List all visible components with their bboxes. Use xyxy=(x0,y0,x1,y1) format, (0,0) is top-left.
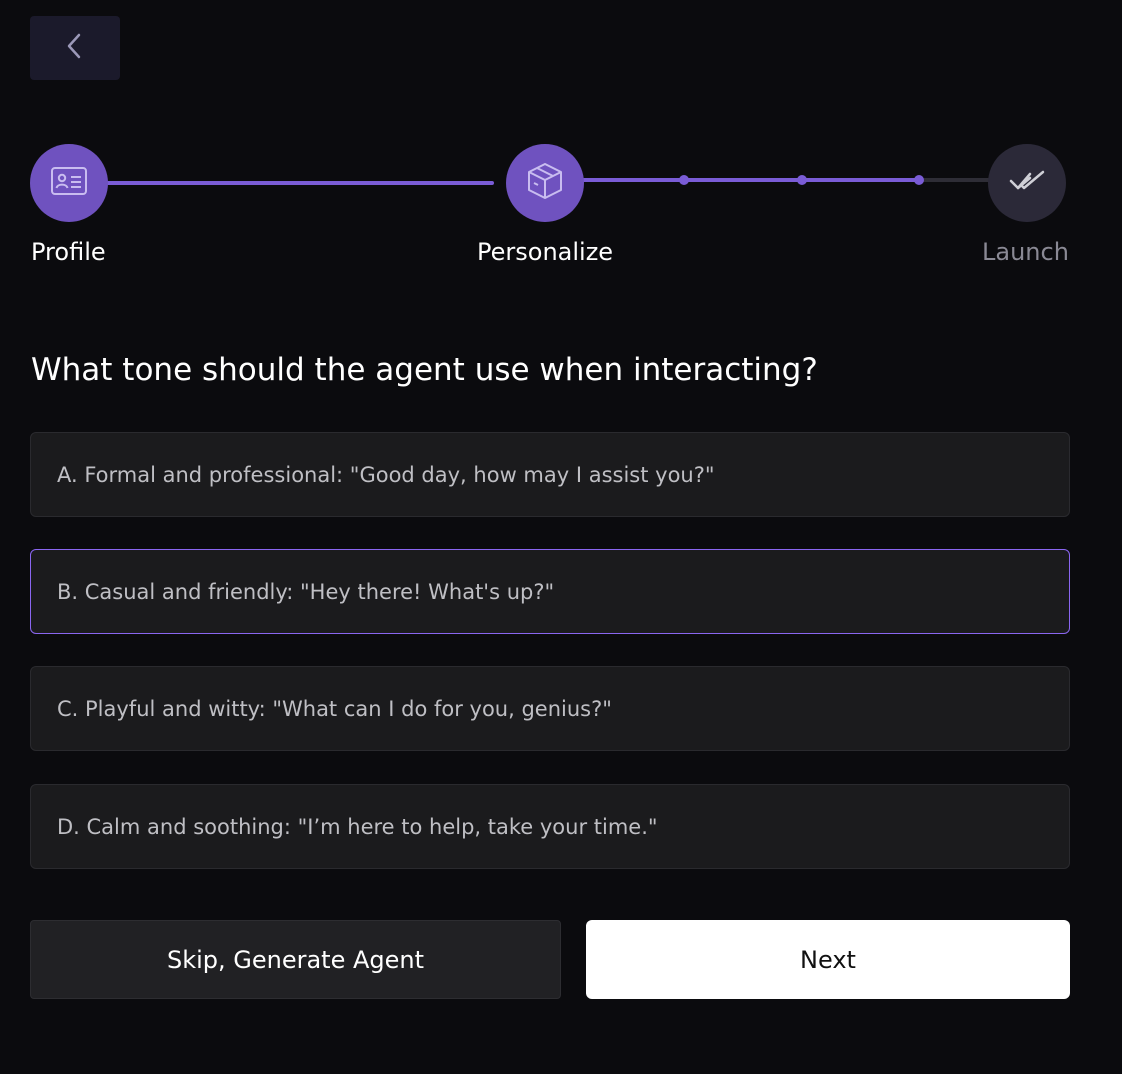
substep-dot xyxy=(679,175,689,185)
option-playful[interactable]: C. Playful and witty: "What can I do for… xyxy=(30,666,1070,751)
option-label: A. Formal and professional: "Good day, h… xyxy=(57,462,715,487)
step-label-launch: Launch xyxy=(982,238,1069,266)
substep-dot xyxy=(797,175,807,185)
double-check-icon xyxy=(1008,168,1046,198)
step-connector-2 xyxy=(582,178,920,182)
option-casual[interactable]: B. Casual and friendly: "Hey there! What… xyxy=(30,549,1070,634)
option-label: C. Playful and witty: "What can I do for… xyxy=(57,696,612,721)
step-connector-1 xyxy=(106,181,494,185)
step-personalize xyxy=(506,144,584,222)
substep-dot xyxy=(914,175,924,185)
step-label-personalize: Personalize xyxy=(477,238,614,266)
step-profile xyxy=(30,144,108,222)
step-connector-3 xyxy=(920,178,990,182)
step-label-profile: Profile xyxy=(31,238,106,266)
option-calm[interactable]: D. Calm and soothing: "I’m here to help,… xyxy=(30,784,1070,869)
option-formal[interactable]: A. Formal and professional: "Good day, h… xyxy=(30,432,1070,517)
step-launch xyxy=(988,144,1066,222)
question-heading: What tone should the agent use when inte… xyxy=(31,352,818,388)
progress-stepper: Profile Personalize Launch xyxy=(0,0,1122,300)
skip-generate-agent-button[interactable]: Skip, Generate Agent xyxy=(30,920,561,999)
option-label: B. Casual and friendly: "Hey there! What… xyxy=(57,579,555,604)
box-icon xyxy=(525,161,565,205)
next-button[interactable]: Next xyxy=(586,920,1070,999)
id-card-icon xyxy=(50,166,88,200)
option-label: D. Calm and soothing: "I’m here to help,… xyxy=(57,814,658,839)
